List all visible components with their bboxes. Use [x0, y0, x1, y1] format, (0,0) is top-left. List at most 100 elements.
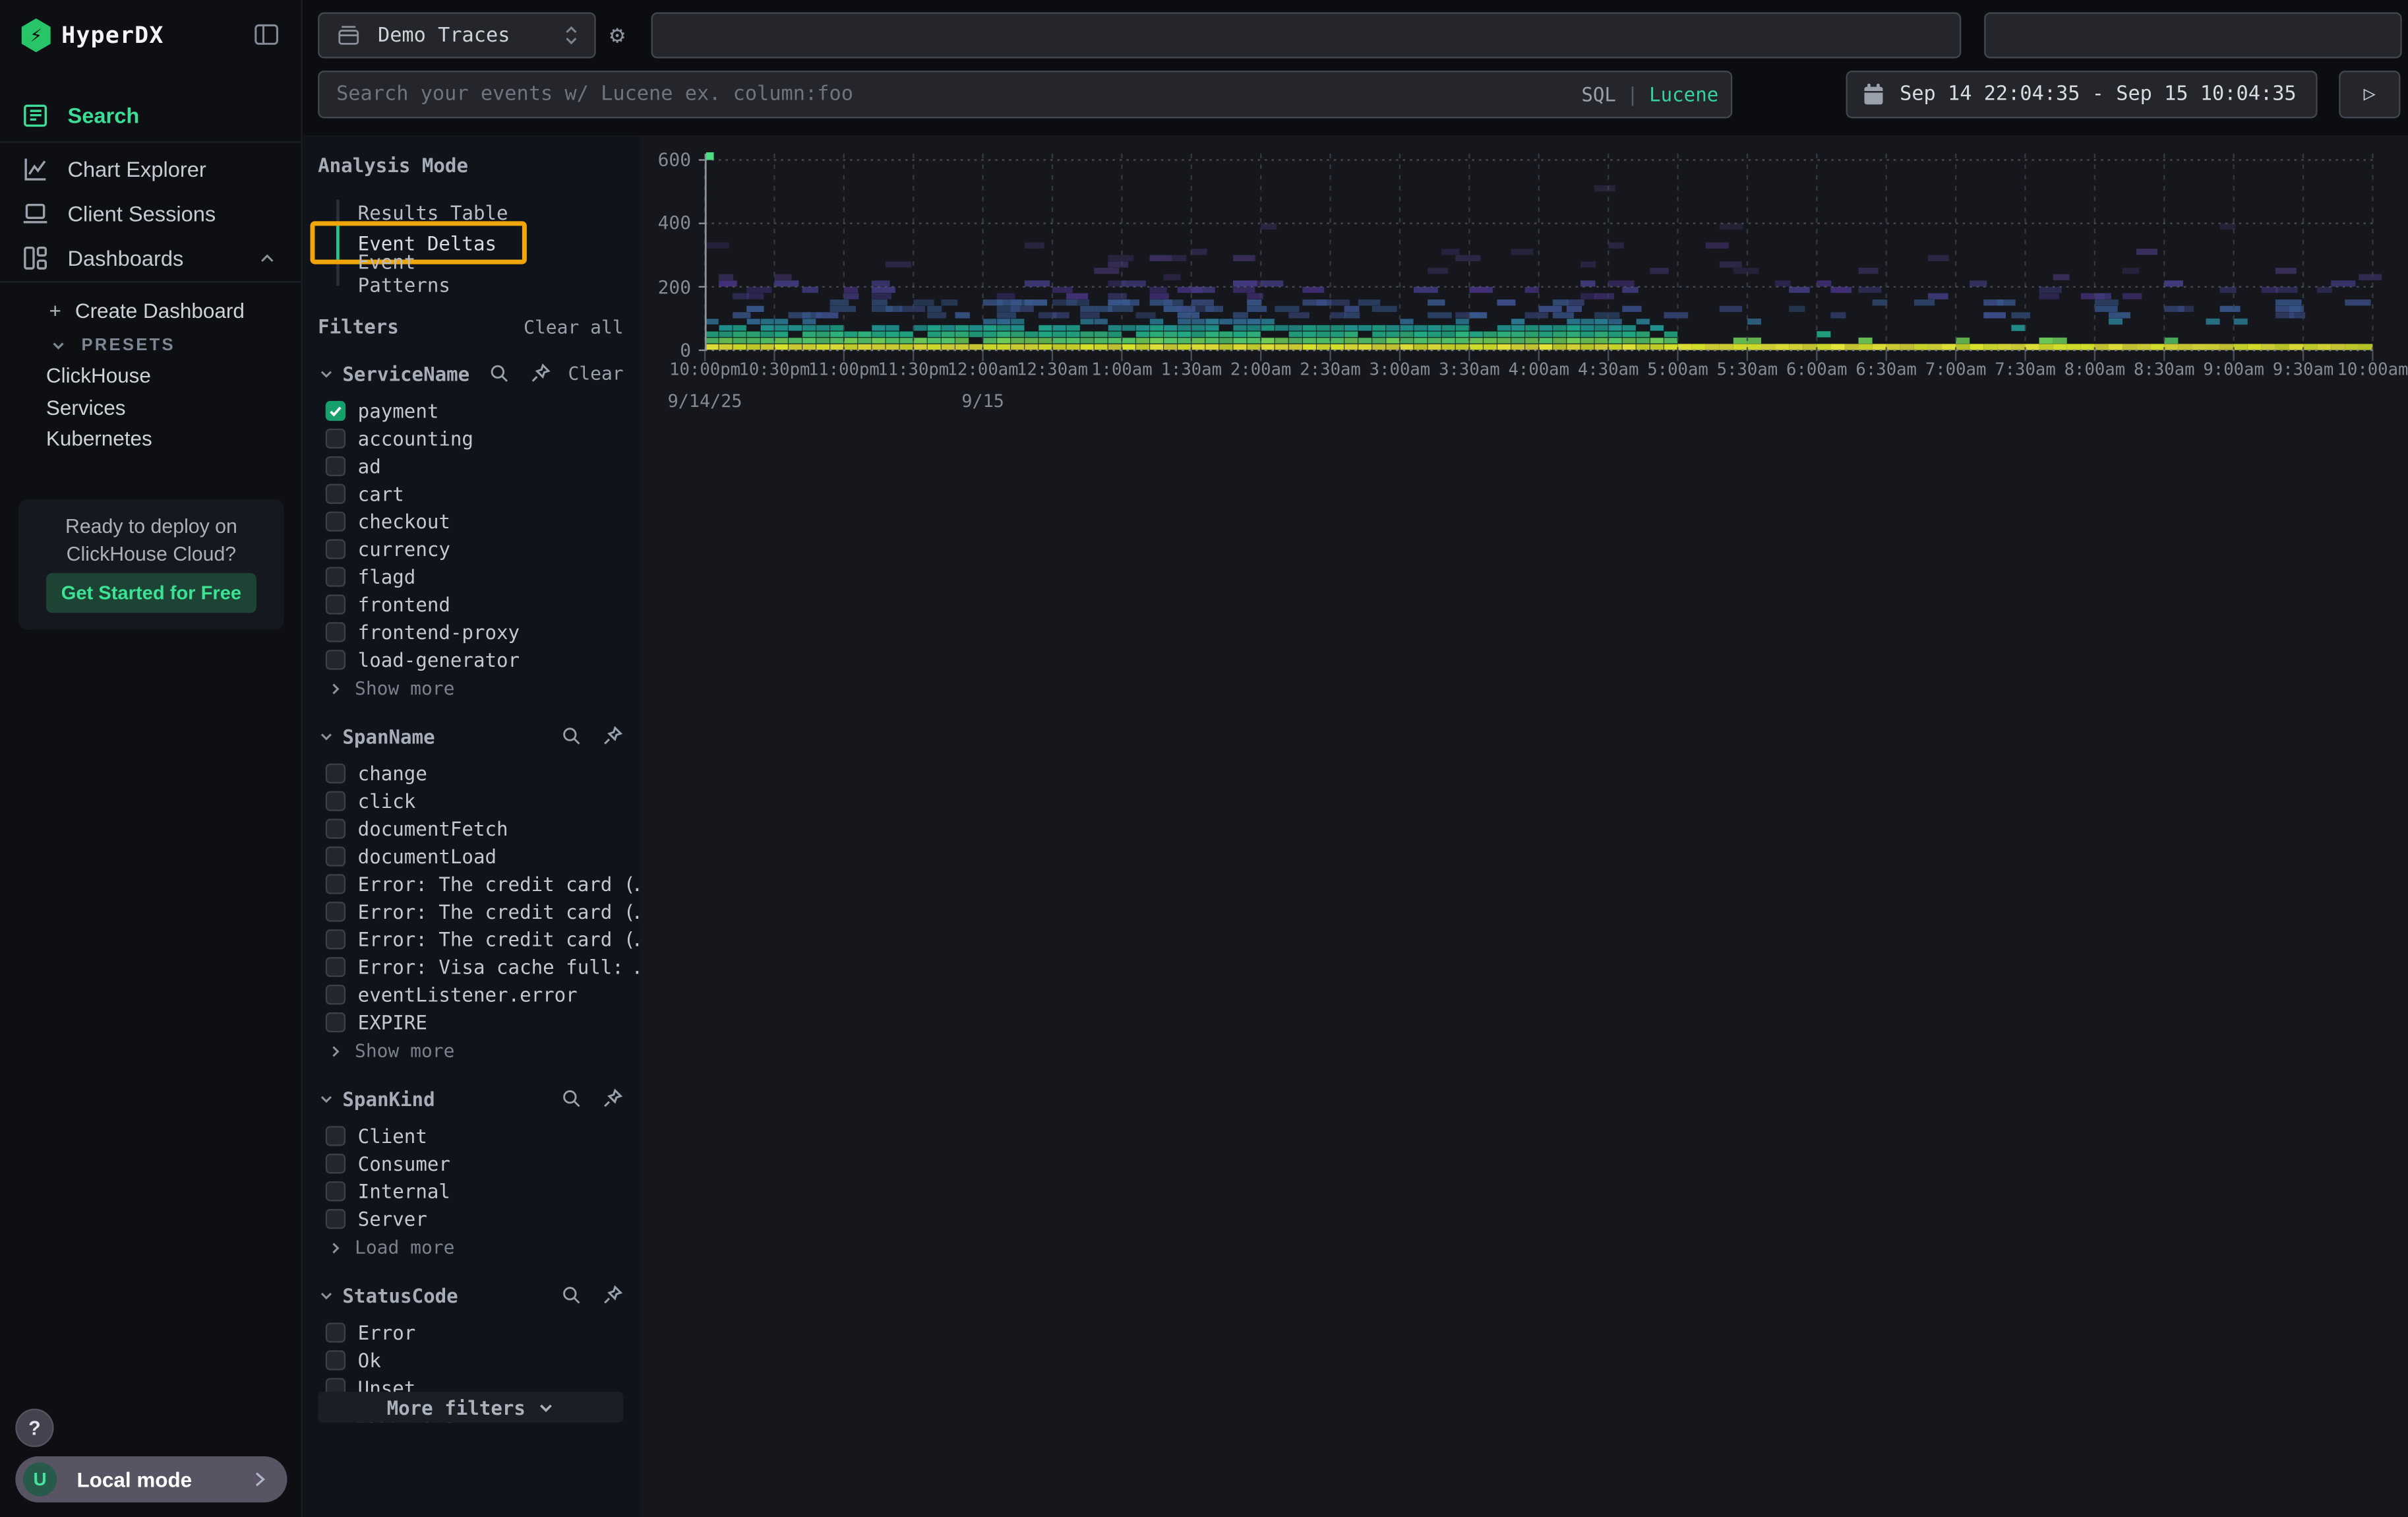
- checkbox[interactable]: [326, 483, 346, 503]
- filter-option[interactable]: ad: [318, 452, 623, 480]
- checkbox[interactable]: [326, 456, 346, 476]
- search-icon[interactable]: [560, 724, 584, 747]
- filter-option[interactable]: documentFetch: [318, 814, 623, 842]
- filter-option[interactable]: Error: [318, 1318, 623, 1346]
- pin-icon[interactable]: [528, 362, 551, 385]
- analysis-mode-event-patterns[interactable]: Event Patterns: [318, 258, 514, 289]
- filter-group-name[interactable]: SpanKind: [342, 1087, 435, 1110]
- filter-option[interactable]: flagd: [318, 562, 623, 590]
- checkbox[interactable]: [326, 649, 346, 669]
- filter-option-label: EXPIRE: [358, 1010, 427, 1033]
- checkbox[interactable]: [326, 846, 346, 865]
- checkbox[interactable]: [326, 818, 346, 838]
- sidebar-item-client-sessions[interactable]: Client Sessions: [0, 191, 301, 235]
- filter-option[interactable]: Client: [318, 1121, 623, 1149]
- show-more-button[interactable]: Load more: [318, 1235, 623, 1260]
- user-menu[interactable]: U Local mode: [15, 1456, 287, 1502]
- hyperdx-app: ⚡ HyperDX SearchChart ExplorerClient Ses…: [0, 0, 2408, 1517]
- checkbox[interactable]: [326, 901, 346, 921]
- order-by-editor[interactable]: [1984, 13, 2402, 59]
- checkbox[interactable]: [326, 1181, 346, 1200]
- checkbox[interactable]: [326, 1125, 346, 1145]
- search-icon[interactable]: [560, 1087, 584, 1110]
- filter-option[interactable]: cart: [318, 480, 623, 507]
- heatmap-plot[interactable]: [705, 154, 2372, 350]
- pin-icon[interactable]: [601, 1087, 624, 1110]
- get-started-button[interactable]: Get Started for Free: [46, 573, 256, 613]
- filter-option[interactable]: Ok: [318, 1346, 623, 1373]
- presets-toggle[interactable]: PRESETS: [0, 328, 351, 361]
- sidebar-item-search[interactable]: Search: [0, 92, 301, 137]
- clear-group-button[interactable]: Clear: [568, 363, 623, 385]
- checkbox[interactable]: [326, 594, 346, 613]
- time-range-picker[interactable]: Sep 14 22:04:35 - Sep 15 10:04:35: [1846, 71, 2318, 118]
- checkbox[interactable]: [326, 511, 346, 530]
- help-button[interactable]: ?: [15, 1409, 53, 1447]
- filter-option[interactable]: eventListener.error: [318, 980, 623, 1008]
- sql-toggle[interactable]: SQL: [1581, 83, 1616, 106]
- filter-option[interactable]: click: [318, 786, 623, 814]
- checkbox[interactable]: [326, 1012, 346, 1032]
- search-bar: SQL | Lucene: [318, 71, 1732, 118]
- filter-option[interactable]: Error: The credit card (…: [318, 869, 623, 897]
- checkbox[interactable]: [326, 873, 346, 893]
- gear-icon[interactable]: ⚙: [603, 22, 631, 49]
- checkbox[interactable]: [326, 790, 346, 810]
- search-icon[interactable]: [488, 362, 511, 385]
- filter-option[interactable]: currency: [318, 535, 623, 563]
- filter-option[interactable]: checkout: [318, 507, 623, 535]
- sidebar-collapse-icon[interactable]: [253, 22, 280, 48]
- pin-icon[interactable]: [601, 1284, 624, 1307]
- x-date-label: 9/15: [961, 390, 1004, 412]
- clear-all-button[interactable]: Clear all: [524, 316, 623, 338]
- more-filters-button[interactable]: More filters: [318, 1392, 623, 1423]
- filter-option[interactable]: change: [318, 759, 623, 787]
- checkbox[interactable]: [326, 762, 346, 782]
- source-select[interactable]: Demo Traces: [318, 13, 596, 59]
- x-tick-label: 4:00am: [1508, 359, 1569, 379]
- preset-item-clickhouse[interactable]: ClickHouse: [0, 359, 347, 392]
- checkbox[interactable]: [326, 1208, 346, 1228]
- filter-option[interactable]: documentLoad: [318, 842, 623, 869]
- analysis-mode-results-table[interactable]: Results Table: [318, 197, 514, 228]
- show-more-button[interactable]: Show more: [318, 676, 623, 700]
- checkbox[interactable]: [326, 929, 346, 948]
- filter-option[interactable]: frontend-proxy: [318, 617, 623, 645]
- sidebar-item-chart-explorer[interactable]: Chart Explorer: [0, 146, 301, 191]
- checkbox[interactable]: [326, 1349, 346, 1369]
- filter-option[interactable]: Error: Visa cache full: …: [318, 952, 623, 980]
- filter-group-name[interactable]: ServiceName: [342, 362, 469, 385]
- filter-option[interactable]: payment: [318, 396, 623, 424]
- checkbox[interactable]: [326, 984, 346, 1004]
- preset-item-kubernetes[interactable]: Kubernetes: [0, 423, 347, 455]
- filter-group-name[interactable]: StatusCode: [342, 1284, 458, 1307]
- create-dashboard-button[interactable]: + Create Dashboard: [0, 295, 350, 327]
- lucene-toggle[interactable]: Lucene: [1649, 83, 1718, 106]
- checkbox[interactable]: [326, 428, 346, 448]
- checkbox[interactable]: [326, 956, 346, 976]
- checkbox[interactable]: [326, 1153, 346, 1173]
- filter-option[interactable]: Error: The credit card (…: [318, 925, 623, 952]
- search-icon[interactable]: [560, 1284, 584, 1307]
- checkbox[interactable]: [326, 566, 346, 586]
- filter-option[interactable]: load-generator: [318, 645, 623, 673]
- filter-option[interactable]: accounting: [318, 424, 623, 452]
- search-input[interactable]: [319, 72, 1730, 117]
- run-query-button[interactable]: ▷: [2339, 71, 2400, 118]
- preset-item-services[interactable]: Services: [0, 391, 347, 423]
- pin-icon[interactable]: [601, 724, 624, 747]
- show-more-button[interactable]: Show more: [318, 1038, 623, 1063]
- checkbox[interactable]: [326, 538, 346, 558]
- checkbox[interactable]: [326, 1322, 346, 1342]
- filter-option[interactable]: Internal: [318, 1177, 623, 1204]
- checkbox[interactable]: [326, 400, 346, 420]
- filter-group-name[interactable]: SpanName: [342, 724, 435, 747]
- filter-option[interactable]: EXPIRE: [318, 1008, 623, 1036]
- sidebar-item-dashboards[interactable]: Dashboards: [0, 235, 301, 280]
- filter-option[interactable]: Error: The credit card (…: [318, 897, 623, 925]
- filter-option[interactable]: Server: [318, 1204, 623, 1232]
- checkbox[interactable]: [326, 621, 346, 641]
- filter-option[interactable]: frontend: [318, 590, 623, 617]
- filter-option[interactable]: Consumer: [318, 1149, 623, 1177]
- sql-query-editor[interactable]: [651, 13, 1962, 59]
